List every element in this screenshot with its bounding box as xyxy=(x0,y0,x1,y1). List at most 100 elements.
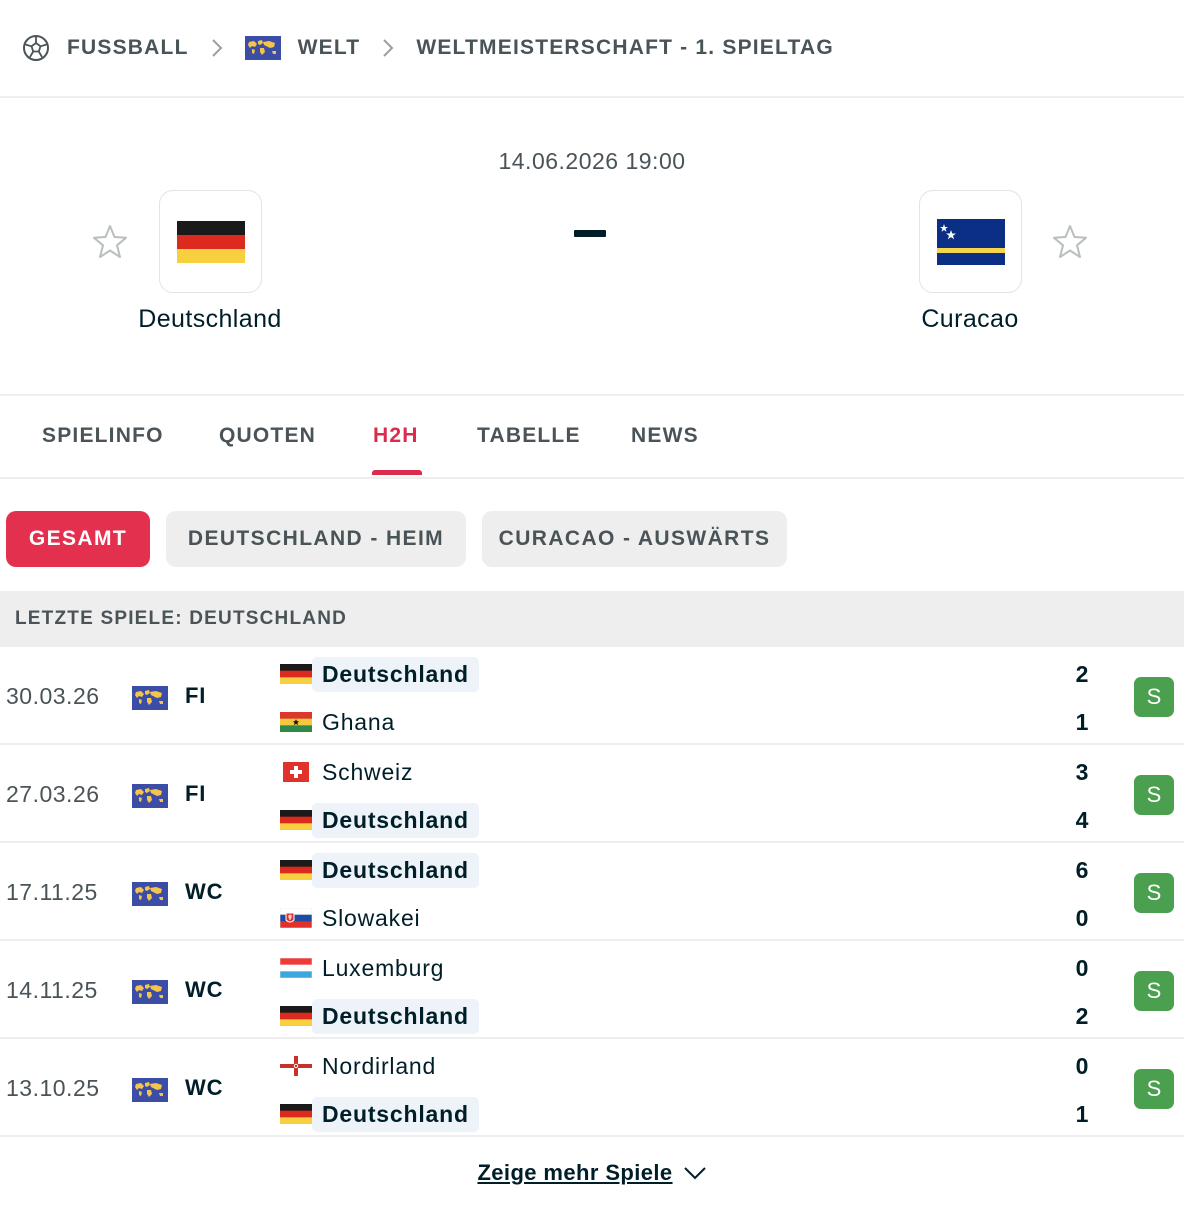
score-separator xyxy=(574,230,606,237)
tab-h2h[interactable]: H2H xyxy=(373,424,419,448)
world-flag-icon xyxy=(132,882,168,906)
germany-flag-icon xyxy=(176,220,245,263)
match-date: 27.03.26 xyxy=(6,781,100,807)
away-score: 1 xyxy=(1075,709,1089,735)
match-date: 13.10.25 xyxy=(6,1075,100,1101)
tab-quoten[interactable]: QUOTEN xyxy=(219,424,316,448)
germany-flag-icon xyxy=(280,664,312,684)
switzerland-flag-icon xyxy=(283,762,309,782)
home-team-line: Deutschland xyxy=(280,656,479,692)
slovakia-flag-icon xyxy=(280,908,312,928)
result-badge-win: S xyxy=(1134,971,1174,1011)
home-score: 3 xyxy=(1075,759,1089,785)
away-team-name: Deutschland xyxy=(312,802,479,838)
favorite-star-icon-home[interactable] xyxy=(91,223,129,261)
breadcrumb-region-label: WELT xyxy=(297,36,361,59)
world-flag-icon xyxy=(132,980,168,1004)
away-team-name: Ghana xyxy=(322,708,396,735)
tab-tabelle[interactable]: TABELLE xyxy=(477,424,581,448)
home-score: 0 xyxy=(1075,955,1089,981)
world-flag-icon xyxy=(132,784,168,808)
away-score: 0 xyxy=(1075,905,1089,931)
home-team-name: Deutschland xyxy=(312,656,479,692)
home-team-line: Deutschland xyxy=(280,852,479,888)
show-more-label: Zeige mehr Spiele xyxy=(477,1160,673,1185)
away-team-name: Deutschland xyxy=(312,1096,479,1132)
northern-ireland-flag-icon xyxy=(280,1056,312,1076)
home-team-line: Schweiz xyxy=(280,755,423,789)
home-team-line: Luxemburg xyxy=(280,951,454,985)
show-more-link[interactable]: Zeige mehr Spiele xyxy=(0,1160,1184,1186)
filter-away-button[interactable]: CURACAO - AUSWÄRTS xyxy=(482,511,787,567)
world-flag-icon xyxy=(132,1078,168,1102)
ghana-flag-icon xyxy=(280,712,312,732)
match-date: 30.03.26 xyxy=(6,683,100,709)
away-team-line: Ghana xyxy=(280,705,405,739)
home-team-name: Nordirland xyxy=(322,1052,437,1079)
home-team-logo[interactable] xyxy=(159,190,262,293)
curacao-flag-icon xyxy=(936,218,1005,265)
away-team-logo[interactable] xyxy=(919,190,1022,293)
away-score: 1 xyxy=(1075,1101,1089,1127)
breadcrumb-sport[interactable]: FUSSBALL xyxy=(22,34,189,62)
away-team-name: Deutschland xyxy=(312,998,479,1034)
breadcrumb-competition-label: WELTMEISTERSCHAFT - 1. SPIELTAG xyxy=(416,36,834,59)
germany-flag-icon xyxy=(280,810,312,830)
home-team-line: Nordirland xyxy=(280,1049,446,1083)
away-team-line: Deutschland xyxy=(280,802,479,838)
away-score: 4 xyxy=(1075,807,1089,833)
match-row[interactable]: 27.03.26 FI Schweiz Deutschland 3 4 S xyxy=(0,745,1184,843)
home-score: 6 xyxy=(1075,857,1089,883)
home-score: 2 xyxy=(1075,661,1089,687)
competition-code: FI xyxy=(185,683,207,708)
match-tabs: SPIELINFO QUOTEN H2H TABELLE NEWS xyxy=(0,396,1184,479)
favorite-star-icon-away[interactable] xyxy=(1051,223,1089,261)
result-badge-win: S xyxy=(1134,1069,1174,1109)
home-team-name: Deutschland xyxy=(312,852,479,888)
result-badge-win: S xyxy=(1134,677,1174,717)
competition-code: WC xyxy=(185,977,224,1002)
match-date: 17.11.25 xyxy=(6,879,98,905)
result-badge-win: S xyxy=(1134,873,1174,913)
tab-spielinfo[interactable]: SPIELINFO xyxy=(42,424,164,448)
result-badge-win: S xyxy=(1134,775,1174,815)
world-flag-icon xyxy=(132,686,168,710)
chevron-down-icon xyxy=(683,1167,706,1180)
match-row[interactable]: 14.11.25 WC Luxemburg Deutschland 0 2 S xyxy=(0,941,1184,1039)
germany-flag-icon xyxy=(280,1104,312,1124)
chevron-right-icon xyxy=(211,38,223,58)
competition-code: FI xyxy=(185,781,207,806)
tab-news[interactable]: NEWS xyxy=(631,424,699,448)
match-date: 14.11.25 xyxy=(6,977,98,1003)
away-team-line: Deutschland xyxy=(280,1096,479,1132)
breadcrumb-sport-label: FUSSBALL xyxy=(67,36,189,59)
competition-code: WC xyxy=(185,1075,224,1100)
luxembourg-flag-icon xyxy=(280,958,312,978)
breadcrumb-competition[interactable]: WELTMEISTERSCHAFT - 1. SPIELTAG xyxy=(416,36,834,60)
world-flag-icon xyxy=(245,36,281,60)
filter-gesamt-button[interactable]: GESAMT xyxy=(6,511,150,567)
competition-code: WC xyxy=(185,879,224,904)
germany-flag-icon xyxy=(280,1006,312,1026)
match-row[interactable]: 13.10.25 WC Nordirland Deutschland 0 1 S xyxy=(0,1039,1184,1137)
home-team-name: Schweiz xyxy=(322,758,414,785)
active-tab-indicator xyxy=(372,470,422,475)
away-team-name: Slowakei xyxy=(322,904,421,931)
match-header: 14.06.2026 19:00 Deutschland Curacao xyxy=(0,98,1184,396)
away-score: 2 xyxy=(1075,1003,1089,1029)
match-row[interactable]: 17.11.25 WC Deutschland Slowakei 6 0 S xyxy=(0,843,1184,941)
match-datetime: 14.06.2026 19:00 xyxy=(498,148,686,174)
breadcrumb: FUSSBALL WELT WELTMEISTERSCHAFT - 1. SPI… xyxy=(0,0,1184,98)
away-team-line: Deutschland xyxy=(280,998,479,1034)
germany-flag-icon xyxy=(280,860,312,880)
breadcrumb-region[interactable]: WELT xyxy=(245,36,361,60)
chevron-right-icon xyxy=(382,38,394,58)
away-team-line: Slowakei xyxy=(280,901,430,935)
filter-home-button[interactable]: DEUTSCHLAND - HEIM xyxy=(166,511,466,567)
home-team-name[interactable]: Deutschland xyxy=(60,305,360,334)
section-header: LETZTE SPIELE: DEUTSCHLAND xyxy=(0,591,1184,647)
home-score: 0 xyxy=(1075,1053,1089,1079)
match-row[interactable]: 30.03.26 FI Deutschland Ghana 2 1 S xyxy=(0,647,1184,745)
home-team-name: Luxemburg xyxy=(322,954,445,981)
away-team-name[interactable]: Curacao xyxy=(820,305,1120,334)
